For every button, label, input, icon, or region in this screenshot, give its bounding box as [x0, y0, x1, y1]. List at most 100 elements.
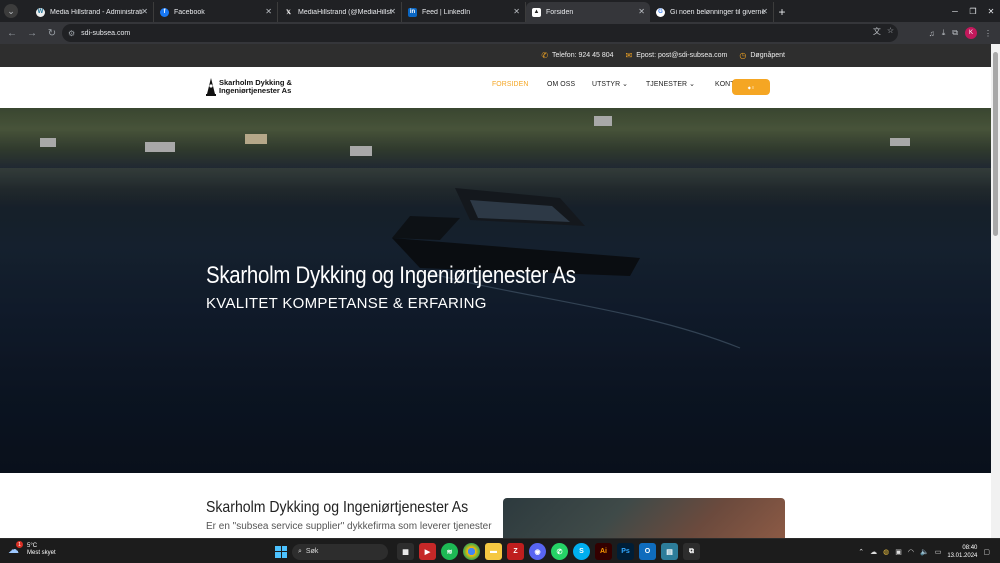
email-item[interactable]: ✉ Epost: post@sdi-subsea.com	[626, 51, 728, 60]
tab-x[interactable]: 𝕏 MediaHillstrand (@MediaHillst ✕	[278, 2, 402, 22]
site-header: Skarholm Dykking & Ingeniørtjenester As …	[0, 67, 991, 108]
download-icon[interactable]: ⤓	[942, 28, 946, 38]
tab-title: Forsiden	[546, 8, 574, 16]
tray-app-icon[interactable]: ▣	[895, 548, 902, 556]
weather-widget[interactable]: ☁ 1 5°C Mest skyet	[8, 541, 56, 557]
hero-title: Skarholm Dykking og Ingeniørtjenester As	[206, 262, 576, 289]
menu-kebab-icon[interactable]: ⋮	[984, 29, 992, 38]
close-icon[interactable]: ✕	[265, 7, 272, 16]
hours-text: Døgnåpent	[750, 52, 785, 59]
notification-badge: 1	[16, 541, 23, 548]
tray-app-icon[interactable]: ◍	[883, 548, 889, 556]
weather-desc: Mest skyet	[27, 550, 56, 556]
address-bar[interactable]: ⚙ sdi-subsea.com 文 ☆	[62, 24, 898, 42]
hero-subtitle: KVALITET KOMPETANSE & ERFARING	[206, 295, 487, 312]
volume-icon[interactable]: 🔈	[920, 548, 929, 556]
browser-tabstrip: ⌄ W Media Hillstrand - Administrati ✕ f …	[0, 0, 1000, 22]
intro-heading: Skarholm Dykking og Ingeniørtjenester As	[206, 499, 469, 516]
close-icon[interactable]: ✕	[141, 7, 148, 16]
photoshop-icon[interactable]: Ps	[617, 543, 634, 560]
discord-icon[interactable]: ◉	[529, 543, 546, 560]
widgets-icon[interactable]: ▦	[397, 543, 414, 560]
close-icon[interactable]: ✕	[761, 7, 768, 16]
tray-chevron-icon[interactable]: ⌃	[858, 548, 864, 556]
intro-image	[503, 498, 785, 538]
windows-taskbar: ☁ 1 5°C Mest skyet ⌕ Søk ▦ ▶ ≋ ▬ Z ◉ ✆ S …	[0, 538, 1000, 563]
nav-forsiden[interactable]: FORSIDEN	[492, 79, 528, 88]
maximize-icon[interactable]: ❐	[964, 0, 982, 22]
google-icon: G	[656, 7, 665, 17]
tab-title: Feed | LinkedIn	[422, 8, 471, 16]
hours-item: ◷ Døgnåpent	[739, 51, 785, 60]
url-text: sdi-subsea.com	[81, 29, 131, 37]
logo-line-2: Ingeniørtjenester As	[219, 86, 292, 95]
notes-icon[interactable]: ▤	[661, 543, 678, 560]
windows-start-icon[interactable]	[275, 545, 287, 558]
tab-search-button[interactable]: ⌄	[0, 0, 22, 22]
weather-temp: 5°C	[27, 543, 38, 549]
media-player-icon[interactable]: ▶	[419, 543, 436, 560]
filezilla-icon[interactable]: Z	[507, 543, 524, 560]
nav-tjenester-label: TJENESTER	[646, 79, 688, 88]
spotify-icon[interactable]: ≋	[441, 543, 458, 560]
whatsapp-icon[interactable]: ✆	[551, 543, 568, 560]
tab-wordpress[interactable]: W Media Hillstrand - Administrati ✕	[30, 2, 154, 22]
nav-utstyr[interactable]: UTSTYR ⌄	[592, 79, 628, 88]
weather-text: 5°C Mest skyet	[27, 543, 56, 557]
minimize-icon[interactable]: ─	[946, 0, 964, 22]
chrome-icon[interactable]	[463, 543, 480, 560]
nav-utstyr-label: UTSTYR	[592, 79, 621, 88]
capture-icon[interactable]: ⧉	[683, 543, 700, 560]
phone-item[interactable]: ✆ Telefon: 924 45 804	[541, 51, 613, 60]
battery-icon[interactable]: ▭	[935, 548, 942, 556]
file-explorer-icon[interactable]: ▬	[485, 543, 502, 560]
badge-logo-icon: ◆ ≡	[747, 84, 755, 90]
close-icon[interactable]: ✕	[513, 7, 520, 16]
tab-google[interactable]: G Gi noen belønninger til giverne ✕	[650, 2, 774, 22]
clock[interactable]: 08:40 13.01.2024	[947, 544, 977, 560]
site-logo[interactable]: Skarholm Dykking & Ingeniørtjenester As	[206, 78, 292, 96]
system-tray: ⌃ ☁ ◍ ▣ ◠ 🔈 ▭ 08:40 13.01.2024 ▢	[858, 542, 990, 561]
notifications-icon[interactable]: ▢	[983, 548, 990, 556]
tab-facebook[interactable]: f Facebook ✕	[154, 2, 278, 22]
cloud-icon: ☁ 1	[8, 541, 23, 556]
back-icon[interactable]: ←	[2, 23, 22, 43]
nav-om-oss[interactable]: OM OSS	[547, 79, 575, 88]
onedrive-icon[interactable]: ☁	[870, 548, 877, 556]
forward-icon[interactable]: →	[22, 23, 42, 43]
browser-toolbar: ← → ↻ ⚙ sdi-subsea.com 文 ☆ ♫ ⤓ ⧉ K ⋮	[0, 22, 1000, 44]
illustrator-icon[interactable]: Ai	[595, 543, 612, 560]
close-icon[interactable]: ✕	[638, 7, 645, 16]
clock-icon: ◷	[739, 51, 747, 60]
media-icon[interactable]: ♫	[929, 29, 935, 38]
nav-tjenester[interactable]: TJENESTER ⌄	[646, 79, 695, 88]
close-window-icon[interactable]: ✕	[982, 0, 1000, 22]
envelope-icon: ✉	[625, 51, 633, 60]
taskbar-search[interactable]: ⌕ Søk	[292, 543, 388, 560]
phone-icon: ✆	[541, 51, 549, 60]
hero-overlay	[0, 108, 991, 473]
extensions-icon[interactable]: ⧉	[952, 28, 958, 38]
x-icon: 𝕏	[286, 9, 291, 16]
email-text: Epost: post@sdi-subsea.com	[636, 52, 728, 59]
facebook-icon: f	[160, 7, 169, 17]
tab-linkedin[interactable]: in Feed | LinkedIn ✕	[402, 2, 526, 22]
bookmark-star-icon[interactable]: ☆	[887, 26, 894, 37]
search-icon: ⌕	[298, 547, 302, 555]
wifi-icon[interactable]: ◠	[908, 548, 914, 556]
reload-icon[interactable]: ↻	[42, 23, 62, 43]
scrollbar-thumb[interactable]	[993, 52, 998, 236]
translate-icon[interactable]: 文	[873, 26, 881, 37]
page-scrollbar[interactable]	[991, 44, 1000, 538]
tab-title: Facebook	[174, 8, 205, 16]
close-icon[interactable]: ✕	[389, 7, 396, 16]
new-tab-button[interactable]: +	[774, 2, 790, 22]
profile-avatar[interactable]: K	[965, 27, 977, 39]
site-icon: ▲	[532, 7, 541, 17]
cta-badge-button[interactable]: ◆ ≡	[732, 79, 770, 95]
skype-icon[interactable]: S	[573, 543, 590, 560]
omnibox-icons: 文 ☆	[873, 26, 894, 37]
site-settings-icon[interactable]: ⚙	[68, 29, 75, 38]
outlook-icon[interactable]: O	[639, 543, 656, 560]
tab-forsiden[interactable]: ▲ Forsiden ✕	[526, 2, 650, 22]
